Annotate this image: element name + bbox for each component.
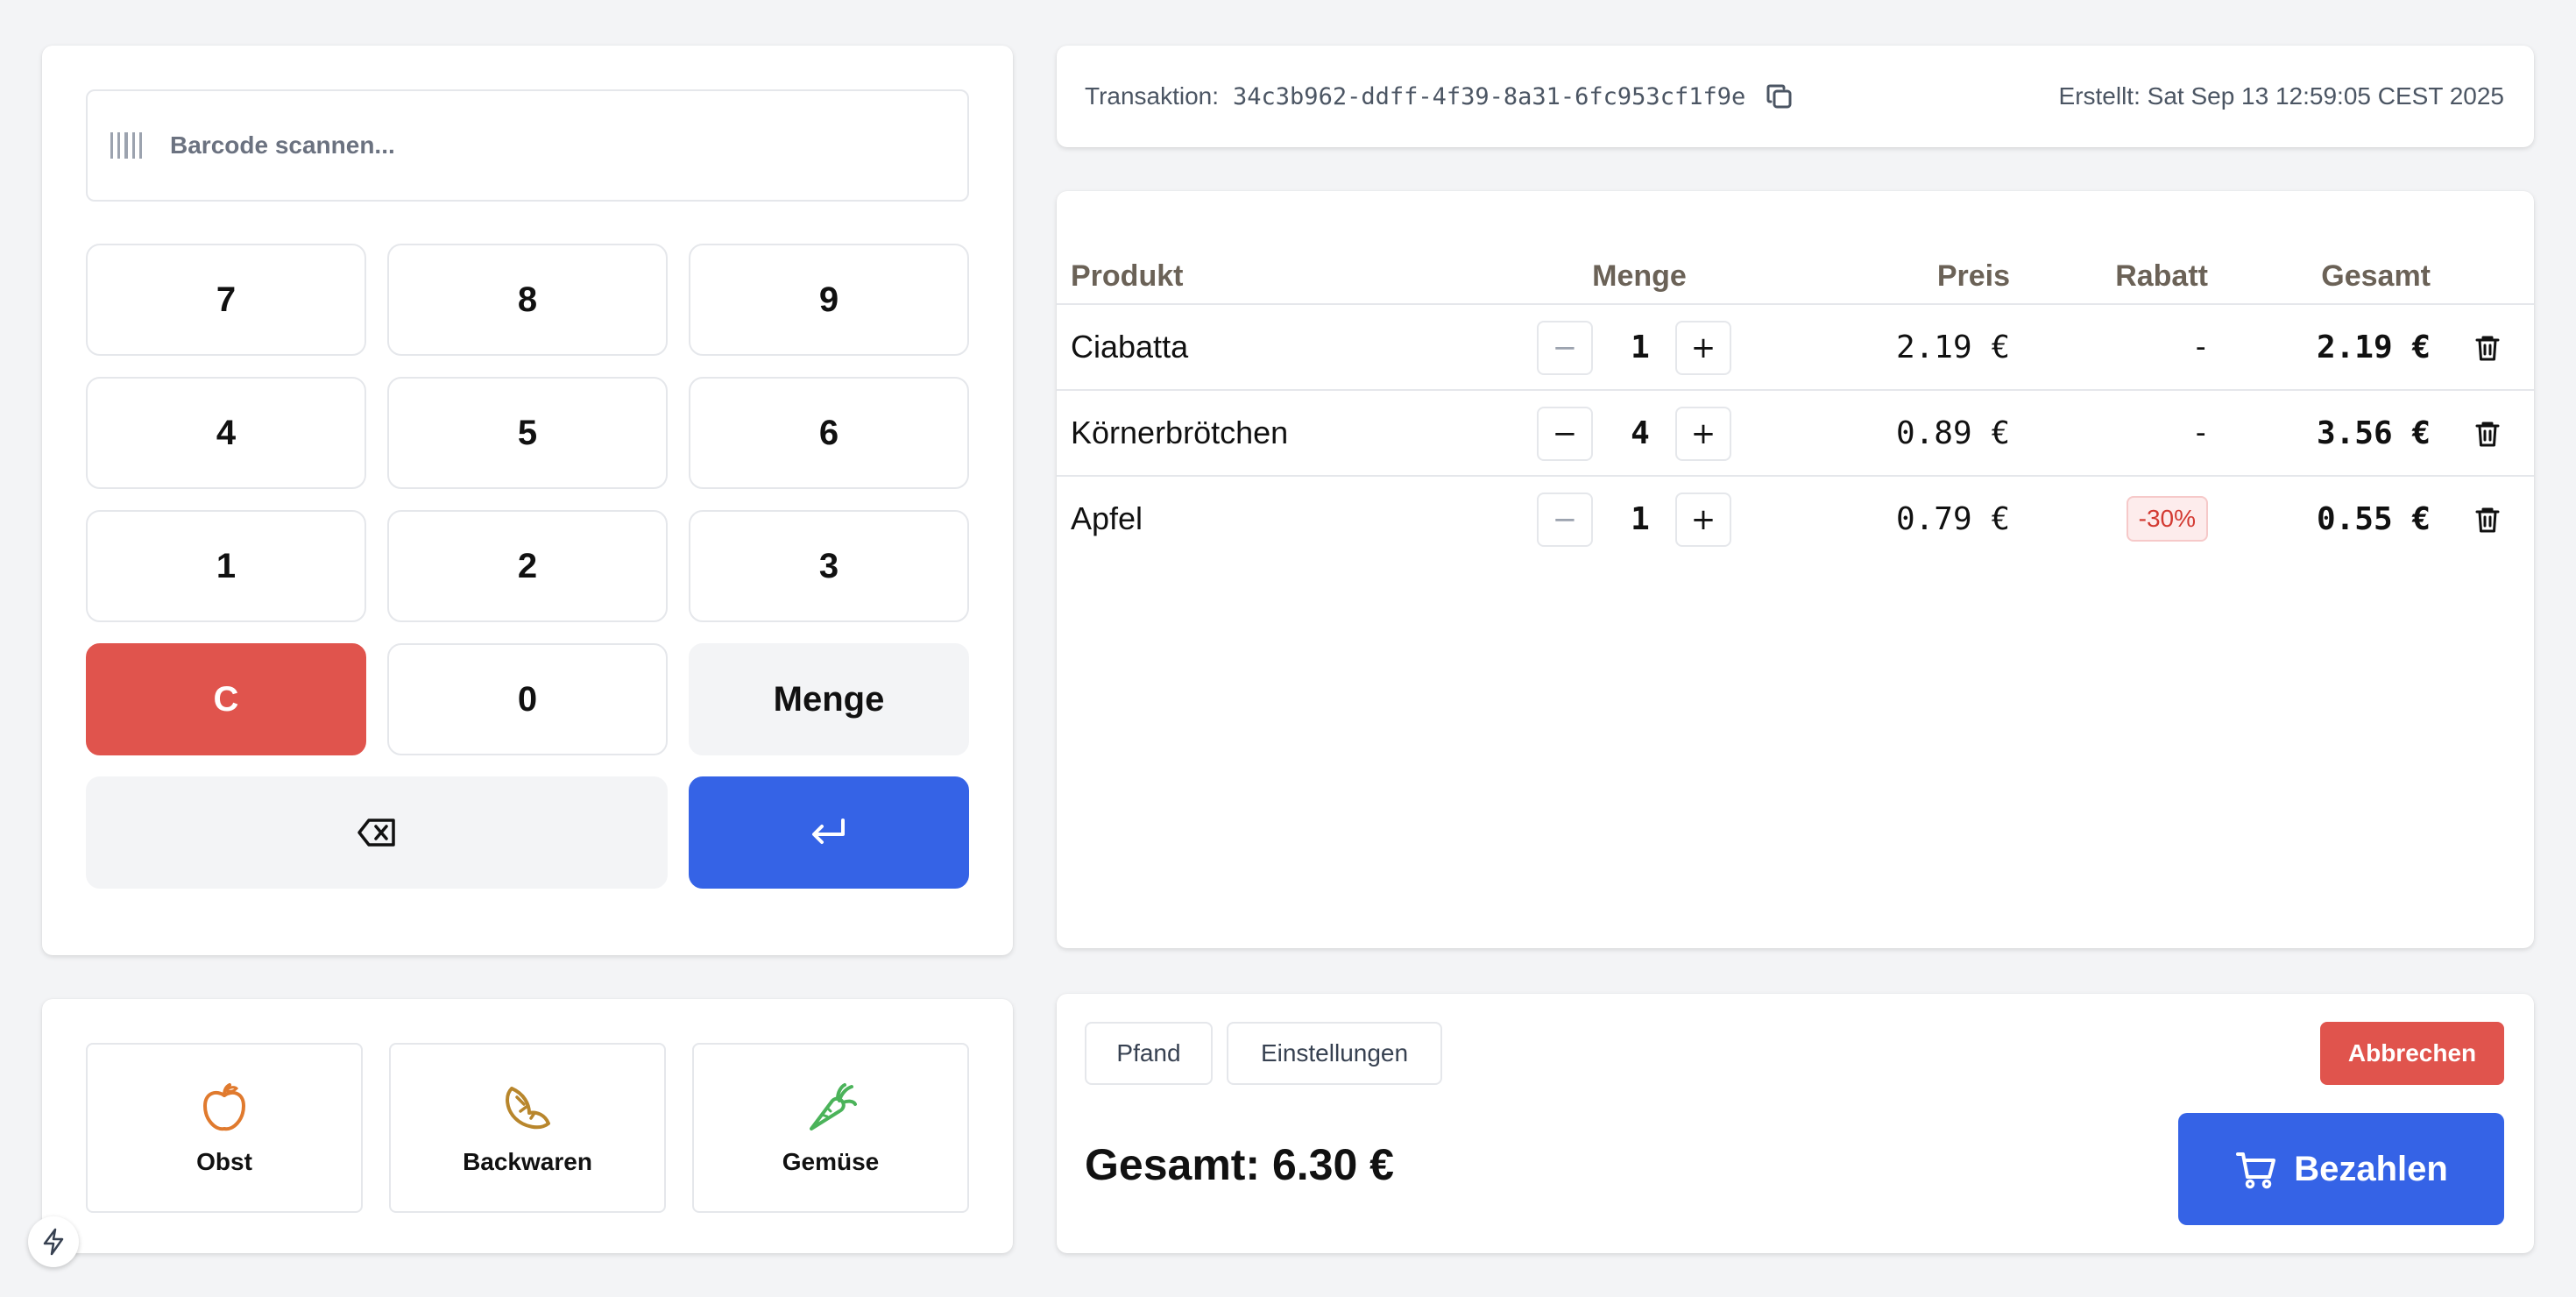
table-row: Apfel − 1 + 0.79 € -30% 0.55 € (1057, 477, 2534, 563)
pay-label: Bezahlen (2294, 1149, 2448, 1188)
pfand-button[interactable]: Pfand (1085, 1022, 1213, 1085)
cart-icon (2236, 1152, 2276, 1189)
clear-button[interactable]: C (86, 643, 366, 755)
decrease-qty-button[interactable]: − (1537, 493, 1593, 547)
key-9[interactable]: 9 (689, 244, 969, 356)
column-quantity: Menge (1592, 259, 1687, 293)
discount-value: - (2191, 330, 2210, 365)
trash-icon[interactable] (2473, 333, 2502, 363)
quantity-value: 4 (1631, 415, 1650, 451)
discount-cell: -30% (2126, 477, 2208, 561)
column-product: Produkt (1071, 259, 1184, 293)
column-discount: Rabatt (2115, 259, 2208, 293)
copy-icon[interactable] (1765, 82, 1794, 111)
category-label: Obst (196, 1148, 252, 1175)
key-2[interactable]: 2 (387, 510, 668, 622)
line-total: 3.56 € (2316, 415, 2431, 451)
created-timestamp: Erstellt: Sat Sep 13 12:59:05 CEST 2025 (2058, 82, 2504, 110)
carrot-icon (810, 1083, 857, 1130)
quantity-value: 1 (1631, 329, 1650, 365)
column-total: Gesamt (2321, 259, 2431, 293)
product-name: Körnerbrötchen (1071, 415, 1289, 450)
decrease-qty-button[interactable]: − (1537, 407, 1593, 461)
checkout-panel: Pfand Einstellungen Abbrechen Gesamt: 6.… (1057, 994, 2534, 1253)
pay-button[interactable]: Bezahlen (2178, 1113, 2504, 1225)
discount-badge: -30% (2126, 496, 2208, 542)
enter-icon (812, 819, 845, 844)
decrease-qty-button[interactable]: − (1537, 321, 1593, 375)
key-4[interactable]: 4 (86, 377, 366, 489)
croissant-icon (506, 1087, 550, 1130)
grand-total: Gesamt: 6.30 € (1085, 1140, 1394, 1189)
product-name: Apfel (1071, 500, 1143, 536)
category-label: Gemüse (782, 1148, 880, 1175)
backspace-button[interactable] (86, 776, 668, 889)
transaction-label: Transaktion: (1085, 82, 1220, 110)
unit-price: 0.89 € (1895, 415, 2010, 451)
increase-qty-button[interactable]: + (1675, 407, 1731, 461)
table-row: Körnerbrötchen − 4 + 0.89 € - 3.56 € (1057, 391, 2534, 477)
quantity-button[interactable]: Menge (689, 643, 969, 755)
trash-icon[interactable] (2473, 419, 2502, 449)
key-1[interactable]: 1 (86, 510, 366, 622)
table-row: Ciabatta − 1 + 2.19 € - 2.19 € (1057, 305, 2534, 391)
transaction-header: Transaktion: 34c3b962-ddff-4f39-8a31-6fc… (1057, 46, 2534, 147)
keypad-panel: 7 8 9 4 5 6 1 2 3 C 0 Menge (42, 46, 1013, 955)
product-name: Ciabatta (1071, 329, 1189, 365)
category-obst[interactable]: Obst (86, 1043, 363, 1213)
unit-price: 0.79 € (1895, 500, 2010, 537)
line-total: 2.19 € (2316, 329, 2431, 365)
column-price: Preis (1936, 259, 2010, 293)
category-label: Backwaren (463, 1148, 592, 1175)
unit-price: 2.19 € (1895, 329, 2010, 365)
increase-qty-button[interactable]: + (1675, 493, 1731, 547)
apple-icon (203, 1083, 245, 1131)
table-header: Produkt Menge Preis Rabatt Gesamt (1057, 251, 2534, 305)
category-panel: Obst Backwaren Gemüse (42, 999, 1013, 1253)
lightning-icon (43, 1228, 64, 1256)
key-5[interactable]: 5 (387, 377, 668, 489)
quantity-value: 1 (1631, 500, 1650, 537)
key-7[interactable]: 7 (86, 244, 366, 356)
barcode-input[interactable] (170, 131, 941, 159)
trash-icon[interactable] (2473, 505, 2502, 535)
discount-value: - (2191, 415, 2210, 450)
category-backwaren[interactable]: Backwaren (389, 1043, 666, 1213)
cancel-button[interactable]: Abbrechen (2320, 1022, 2504, 1085)
cart-table: Produkt Menge Preis Rabatt Gesamt Ciabat… (1057, 191, 2534, 948)
category-gemuese[interactable]: Gemüse (692, 1043, 969, 1213)
barcode-icon (110, 132, 145, 159)
settings-button[interactable]: Einstellungen (1227, 1022, 1442, 1085)
transaction-id: 34c3b962-ddff-4f39-8a31-6fc953cf1f9e (1233, 82, 1746, 110)
barcode-field[interactable] (86, 89, 969, 202)
key-0[interactable]: 0 (387, 643, 668, 755)
flash-button[interactable] (28, 1216, 79, 1267)
increase-qty-button[interactable]: + (1675, 321, 1731, 375)
backspace-icon (357, 819, 395, 847)
key-6[interactable]: 6 (689, 377, 969, 489)
key-8[interactable]: 8 (387, 244, 668, 356)
key-3[interactable]: 3 (689, 510, 969, 622)
enter-button[interactable] (689, 776, 969, 889)
line-total: 0.55 € (2316, 500, 2431, 537)
